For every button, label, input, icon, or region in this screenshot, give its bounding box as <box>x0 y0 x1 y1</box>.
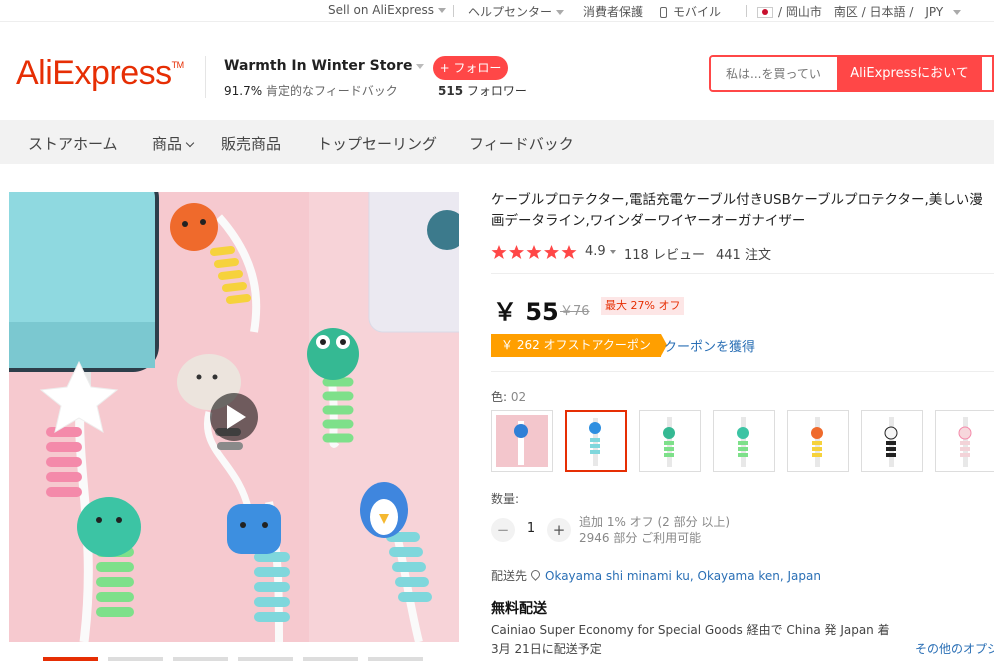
region-selector[interactable]: / 岡山市 南区 / 日本語 / JPY <box>757 3 962 20</box>
quantity-label: 数量: <box>491 492 520 506</box>
top-utility-bar: Sell on AliExpress ヘルプセンター 消費者保護 モバイル / … <box>0 0 994 22</box>
star-rating[interactable] <box>491 244 579 264</box>
discount-badge: 最大 27% オフ <box>601 297 685 315</box>
rating-number: 4.9 <box>585 244 606 259</box>
orders-count: 441 注文 <box>716 248 771 263</box>
color-swatch-05[interactable] <box>787 410 849 472</box>
store-coupon-badge[interactable]: ￥ 262 オフストアクーポン <box>491 334 667 357</box>
ship-to-location-link[interactable]: Okayama shi minami ku, Okayama ken, Japa… <box>545 569 821 583</box>
product-main-image[interactable] <box>9 192 459 642</box>
ship-to-row: 配送先 Okayama shi minami ku, Okayama ken, J… <box>491 567 821 584</box>
divider <box>746 5 747 17</box>
chevron-down-icon <box>185 138 195 148</box>
color-value: 02 <box>510 390 527 404</box>
followers-count: 515 フォロワー <box>438 82 527 99</box>
japan-flag-icon <box>757 7 773 18</box>
divider <box>491 273 994 274</box>
reviews-link[interactable]: 118 レビュー <box>624 244 705 263</box>
chevron-down-icon <box>953 10 962 15</box>
help-center-link[interactable]: ヘルプセンター <box>468 3 565 20</box>
swatch-image <box>737 417 749 467</box>
chevron-down-icon <box>609 249 616 254</box>
header-divider <box>205 56 206 98</box>
stock-available-note: 2946 部分 ご利用可能 <box>579 531 702 545</box>
store-name-link[interactable]: Warmth In Winter Store <box>224 58 425 74</box>
logo-text: AliExpress <box>16 54 172 92</box>
store-feedback: 91.7% 肯定的なフィードバック <box>224 82 398 99</box>
nav-feedback[interactable]: フィードバック <box>469 133 574 154</box>
search-button[interactable]: AliExpressにおいて <box>837 57 982 90</box>
location-pin-icon <box>529 568 542 581</box>
nav-products-label: 商品 <box>152 135 183 153</box>
sell-label: Sell on AliExpress <box>328 3 434 17</box>
search-input[interactable] <box>711 57 836 90</box>
delivery-estimate: 3月 21日に配送予定 <box>491 642 602 656</box>
swatch-image <box>589 418 601 466</box>
nav-store-home[interactable]: ストアホーム <box>28 133 118 154</box>
divider <box>491 371 994 372</box>
color-label-text: 色: <box>491 390 508 404</box>
swatch-image <box>958 417 972 467</box>
color-swatch-04[interactable] <box>713 410 775 472</box>
nav-products[interactable]: 商品 <box>152 133 195 154</box>
quantity-notes: 追加 1% オフ (2 部分 以上) 2946 部分 ご利用可能 <box>579 514 730 546</box>
thumbnail-3[interactable] <box>173 657 228 661</box>
color-swatch-03[interactable] <box>639 410 701 472</box>
aliexpress-logo[interactable]: AliExpressTM <box>16 54 184 93</box>
store-nav: ストアホーム 商品 販売商品 トップセーリング フィードバック <box>0 120 994 164</box>
rating-value[interactable]: 4.9 <box>585 244 616 259</box>
chevron-down-icon <box>416 63 425 69</box>
original-price: ￥76 <box>560 304 590 319</box>
thumbnail-6[interactable] <box>368 657 423 661</box>
color-swatch-02[interactable] <box>565 410 627 472</box>
quantity-input[interactable]: 1 <box>522 521 540 536</box>
current-price: ￥ 55 <box>493 298 559 326</box>
phone-icon <box>660 7 667 18</box>
color-swatch-01[interactable] <box>491 410 553 472</box>
ship-to-label: 配送先 <box>491 569 528 583</box>
follow-button[interactable]: + フォロー <box>433 56 508 80</box>
quantity-decrease-button[interactable]: − <box>491 518 515 542</box>
feedback-label: 肯定的なフィードバック <box>265 84 398 98</box>
swatch-image <box>811 417 823 467</box>
color-swatch-07[interactable] <box>935 410 994 472</box>
thumbnail-5[interactable] <box>303 657 358 661</box>
region-label: / 岡山市 南区 / 日本語 / JPY <box>778 5 944 19</box>
buyer-protection-link[interactable]: 消費者保護 <box>583 3 643 20</box>
star-icons <box>491 245 577 259</box>
search-bar: AliExpressにおいて <box>709 55 994 92</box>
swatch-image <box>663 417 675 467</box>
divider <box>453 5 454 17</box>
shipping-method: Cainiao Super Economy for Special Goods … <box>491 623 890 637</box>
thumbnail-4[interactable] <box>238 657 293 661</box>
nav-sale-items[interactable]: 販売商品 <box>221 133 281 154</box>
mobile-label: モバイル <box>673 5 722 19</box>
product-title: ケーブルプロテクター,電話充電ケーブル付きUSBケーブルプロテクター,美しい漫画… <box>491 192 983 229</box>
nav-top-selling[interactable]: トップセーリング <box>317 133 437 154</box>
swatch-image <box>884 417 898 467</box>
bulk-discount-note: 追加 1% オフ (2 部分 以上) <box>579 515 731 529</box>
quantity-increase-button[interactable]: + <box>547 518 571 542</box>
followers-label: フォロワー <box>466 84 527 98</box>
sell-on-aliexpress-link[interactable]: Sell on AliExpress <box>328 3 446 17</box>
chevron-down-icon <box>437 8 446 13</box>
color-label: 色: 02 <box>491 388 526 405</box>
help-label: ヘルプセンター <box>468 5 553 19</box>
other-shipping-options-link[interactable]: その他のオプシ <box>915 640 994 657</box>
thumbnail-1[interactable] <box>43 657 98 661</box>
followers-number: 515 <box>438 84 464 98</box>
thumbnail-2[interactable] <box>108 657 163 661</box>
chevron-down-icon <box>556 10 565 15</box>
feedback-percent: 91.7% <box>224 84 263 98</box>
get-coupon-link[interactable]: クーポンを獲得 <box>664 336 755 355</box>
trademark-mark: TM <box>171 60 185 70</box>
swatch-image <box>496 415 548 467</box>
free-shipping-label: 無料配送 <box>491 601 547 617</box>
product-photo <box>9 192 459 642</box>
store-name: Warmth In Winter Store <box>224 58 413 74</box>
mobile-link[interactable]: モバイル <box>660 3 721 20</box>
color-swatch-06[interactable] <box>861 410 923 472</box>
